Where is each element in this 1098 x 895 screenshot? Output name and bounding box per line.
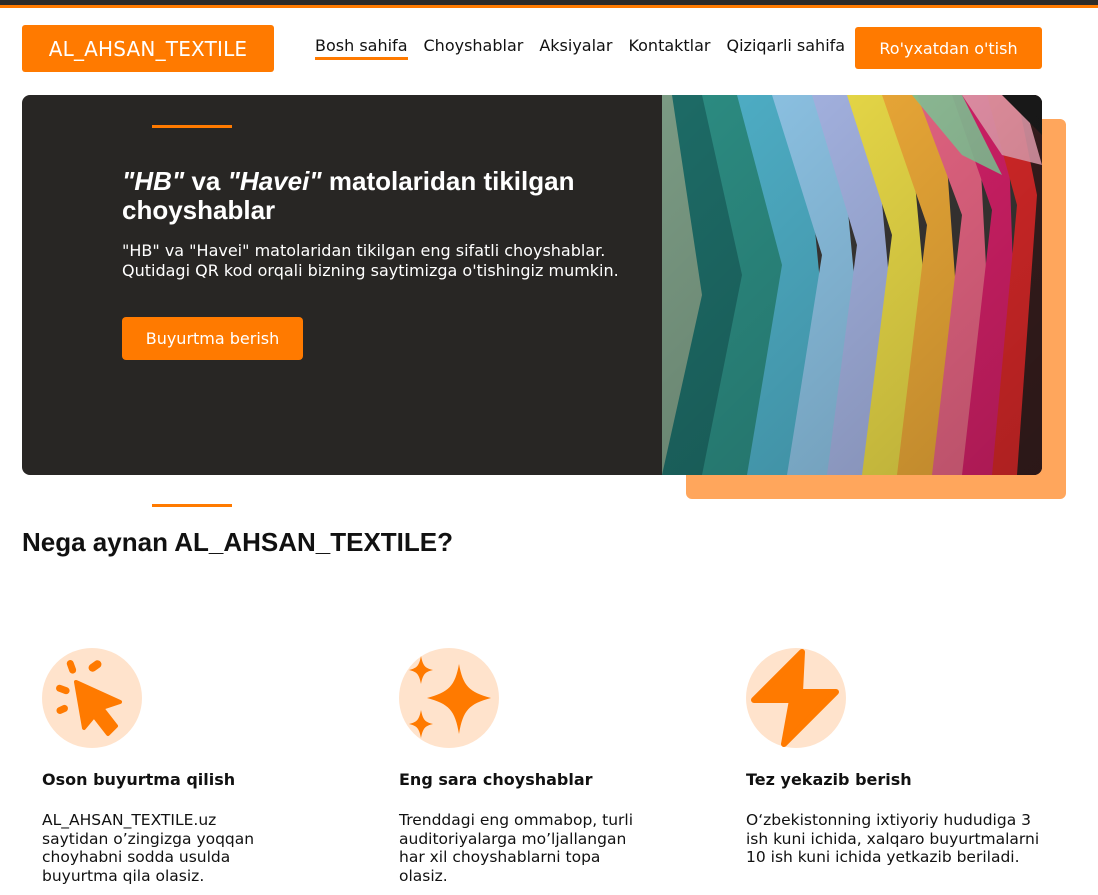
hero-title-and: va — [184, 166, 228, 196]
feature-fast-delivery: Tez yekazib berish O‘zbekistonning ixtiy… — [746, 648, 1046, 866]
hero-title-havei: "Havei" — [227, 166, 322, 196]
order-button[interactable]: Buyurtma berish — [122, 317, 303, 360]
feature-text: AL_AHSAN_TEXTILE.uz saytidan o’zingizga … — [42, 811, 255, 885]
feature-title: Oson buyurtma qilish — [42, 770, 236, 789]
site-logo[interactable]: AL_AHSAN_TEXTILE — [22, 25, 274, 72]
sparkle-icon — [399, 648, 499, 748]
section-title: Nega aynan AL_AHSAN_TEXTILE? — [22, 527, 454, 557]
feature-text: Trenddagi eng ommabop, turli auditoriyal… — [399, 811, 634, 885]
feature-easy-order: Oson buyurtma qilish AL_AHSAN_TEXTILE.uz… — [42, 648, 342, 885]
hero-description: "HB" va "Havei" matolaridan tikilgan eng… — [122, 241, 619, 280]
cursor-click-icon — [42, 648, 142, 748]
register-button[interactable]: Ro'yxatdan o'tish — [855, 27, 1042, 69]
lightning-icon — [746, 648, 846, 748]
feature-best-sheets: Eng sara choyshablar Trenddagi eng ommab… — [399, 648, 699, 885]
hero-title: "HB" va "Havei" matolaridan tikilgan cho… — [122, 167, 642, 225]
feature-text: O‘zbekistonning ixtiyoriy hududiga 3 ish… — [746, 811, 1040, 866]
nav-item-promotions[interactable]: Aksiyalar — [539, 36, 612, 60]
nav-item-interesting[interactable]: Qiziqarli sahifa — [727, 36, 846, 60]
nav-item-home[interactable]: Bosh sahifa — [315, 36, 408, 60]
hero-banner: "HB" va "Havei" matolaridan tikilgan cho… — [22, 95, 1042, 475]
nav-item-bedsheets[interactable]: Choyshablar — [424, 36, 524, 60]
main-nav: Bosh sahifa Choyshablar Aksiyalar Kontak… — [315, 36, 845, 60]
top-accent-bar — [0, 0, 1098, 8]
nav-item-contacts[interactable]: Kontaktlar — [628, 36, 710, 60]
feature-title: Eng sara choyshablar — [399, 770, 593, 789]
fabric-image — [662, 95, 1042, 475]
section-accent-line — [152, 504, 232, 507]
hero-accent-line — [152, 125, 232, 128]
feature-title: Tez yekazib berish — [746, 770, 912, 789]
hero-title-hb: "HB" — [122, 166, 185, 196]
